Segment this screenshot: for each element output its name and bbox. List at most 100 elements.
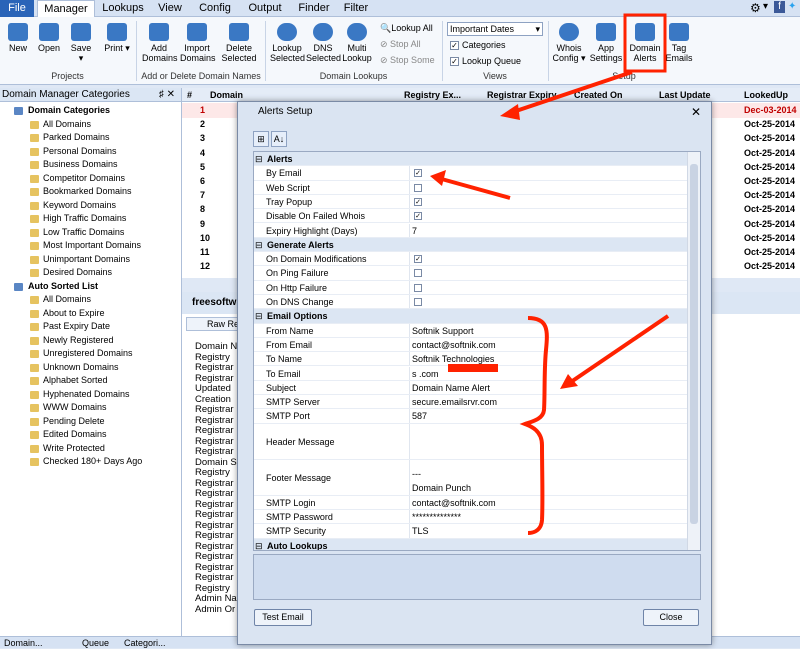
tree-item-auto[interactable]: Newly Registered — [0, 334, 182, 348]
property-row[interactable]: SMTP Password ************** — [254, 510, 687, 525]
tab-view[interactable]: View — [152, 0, 188, 17]
tree-item-auto[interactable]: Past Expiry Date — [0, 320, 182, 334]
domain-alerts-button[interactable]: Domain Alerts — [628, 23, 662, 63]
property-row[interactable]: To Email s .com — [254, 366, 687, 381]
checkbox-unchecked[interactable] — [414, 269, 422, 278]
settings-gear-icon[interactable]: ⚙ — [750, 1, 761, 15]
tab-finder[interactable]: Finder — [294, 0, 334, 17]
checkbox-unchecked[interactable] — [414, 183, 422, 192]
col-last-update[interactable]: Last Update — [659, 88, 711, 102]
property-row[interactable]: SMTP Port 587 — [254, 409, 687, 424]
sort-alphabetical-icon[interactable]: A↓ — [271, 131, 287, 147]
property-value[interactable]: contact@softnik.com — [412, 496, 496, 510]
property-row[interactable]: Footer Message --- Domain Punch — [254, 459, 687, 496]
tab-categories[interactable]: Categori... — [124, 637, 166, 649]
tree-item-auto[interactable]: Unregistered Domains — [0, 347, 182, 361]
col-lookedup[interactable]: LookedUp — [744, 88, 788, 102]
checkbox-unchecked[interactable] — [414, 298, 422, 306]
stop-all-button[interactable]: ⊘ Stop All — [380, 39, 421, 50]
lookup-queue-checkbox[interactable]: ✓ Lookup Queue — [450, 56, 521, 67]
property-value[interactable]: TLS — [412, 524, 429, 538]
property-row[interactable]: From Name Softnik Support — [254, 323, 687, 338]
tab-manager[interactable]: Manager — [37, 0, 95, 18]
tree-item-category[interactable]: Keyword Domains — [0, 199, 182, 213]
property-value[interactable]: Domain Name Alert — [412, 381, 490, 395]
property-value[interactable]: 7 — [412, 224, 417, 238]
checkbox-checked[interactable]: ✓ — [414, 255, 422, 264]
new-button[interactable]: New — [6, 23, 30, 53]
dns-selected-button[interactable]: DNS Selected — [306, 23, 341, 63]
tree-item-category[interactable]: Unimportant Domains — [0, 253, 182, 267]
property-category[interactable]: Alerts — [254, 152, 687, 167]
tree-item-auto[interactable]: WWW Domains — [0, 401, 182, 415]
tab-lookups[interactable]: Lookups — [100, 0, 146, 17]
property-row[interactable]: Tray Popup ✓ — [254, 194, 687, 210]
tree-item-category[interactable]: All Domains — [0, 118, 182, 132]
import-domains-button[interactable]: Import Domains — [180, 23, 216, 63]
print-button[interactable]: Print ▾ — [104, 23, 130, 53]
lookup-all-button[interactable]: 🔍Lookup All — [380, 23, 433, 34]
facebook-icon[interactable]: f — [774, 1, 785, 13]
tree-item-auto[interactable]: Unknown Domains — [0, 361, 182, 375]
tab-domains[interactable]: Domain... — [4, 637, 43, 649]
tab-config[interactable]: Config — [194, 0, 236, 17]
property-value[interactable]: Softnik Support — [412, 324, 474, 338]
open-button[interactable]: Open — [36, 23, 62, 53]
chevron-down-icon[interactable]: ▾ — [763, 1, 768, 12]
test-email-button[interactable]: Test Email — [254, 609, 312, 626]
tree-item-auto[interactable]: Hyphenated Domains — [0, 388, 182, 402]
checkbox-checked[interactable]: ✓ — [414, 212, 422, 221]
save-button[interactable]: Save ▾ — [68, 23, 94, 63]
pin-close-icons[interactable]: ♯ ✕ — [159, 88, 175, 102]
scroll-thumb[interactable] — [690, 164, 698, 524]
property-row[interactable]: By Email ✓ — [254, 166, 687, 181]
categories-checkbox[interactable]: ✓ Categories — [450, 40, 506, 51]
file-menu[interactable]: File — [0, 0, 34, 17]
whois-config-button[interactable]: Whois Config ▾ — [552, 23, 586, 63]
property-row[interactable]: SMTP Server secure.emailsrvr.com — [254, 395, 687, 410]
stop-some-button[interactable]: ⊘ Stop Some — [380, 55, 435, 66]
tree-item-auto[interactable]: About to Expire — [0, 307, 182, 321]
tab-queue[interactable]: Queue — [82, 637, 109, 649]
property-value[interactable]: 587 — [412, 409, 427, 423]
close-button[interactable]: Close — [643, 609, 699, 626]
property-row[interactable]: On DNS Change — [254, 295, 687, 310]
multi-lookup-button[interactable]: Multi Lookup — [341, 23, 373, 63]
property-value[interactable]: ************** — [412, 510, 461, 524]
property-row[interactable]: SMTP Security TLS — [254, 524, 687, 539]
lookup-selected-button[interactable]: Lookup Selected — [270, 23, 305, 63]
categorized-view-icon[interactable]: ⊞ — [253, 131, 269, 147]
col-created-on[interactable]: Created On — [574, 88, 623, 102]
tree-item-auto[interactable]: Pending Delete — [0, 415, 182, 429]
tree-item-category[interactable]: Parked Domains — [0, 131, 182, 145]
tree-item-category[interactable]: Personal Domains — [0, 145, 182, 159]
add-domains-button[interactable]: Add Domains — [142, 23, 178, 63]
tree-item-auto[interactable]: Alphabet Sorted — [0, 374, 182, 388]
view-select[interactable]: Important Dates ▾ — [447, 22, 543, 36]
app-settings-button[interactable]: App Settings — [588, 23, 624, 63]
property-value[interactable]: contact@softnik.com — [412, 338, 496, 352]
property-value[interactable]: --- — [412, 467, 421, 481]
tree-root-auto-sorted[interactable]: Auto Sorted List — [0, 280, 182, 294]
tree-root-domain-categories[interactable]: Domain Categories — [0, 104, 182, 118]
property-row[interactable]: Web Script — [254, 180, 687, 195]
property-category[interactable]: Auto Lookups — [254, 538, 687, 550]
property-row[interactable]: Header Message — [254, 423, 687, 460]
tree-item-category[interactable]: Low Traffic Domains — [0, 226, 182, 240]
property-category[interactable]: Generate Alerts — [254, 237, 687, 252]
col-registrar-expiry[interactable]: Registrar Expiry — [487, 88, 557, 102]
property-row[interactable]: On Ping Failure — [254, 266, 687, 281]
col-domain[interactable]: Domain — [210, 88, 244, 102]
tree-item-category[interactable]: Business Domains — [0, 158, 182, 172]
tree-item-auto[interactable]: Edited Domains — [0, 428, 182, 442]
tree-item-auto[interactable]: Checked 180+ Days Ago — [0, 455, 182, 469]
tree-item-category[interactable]: Desired Domains — [0, 266, 182, 280]
property-row[interactable]: On Http Failure — [254, 280, 687, 295]
property-value[interactable]: Domain Punch — [412, 481, 471, 495]
col-number[interactable]: # — [187, 88, 193, 102]
tree-item-category[interactable]: Bookmarked Domains — [0, 185, 182, 199]
tree-item-category[interactable]: High Traffic Domains — [0, 212, 182, 226]
property-row[interactable]: SMTP Login contact@softnik.com — [254, 495, 687, 510]
property-value[interactable]: Softnik Technologies — [412, 352, 494, 366]
property-scrollbar[interactable] — [687, 152, 700, 550]
